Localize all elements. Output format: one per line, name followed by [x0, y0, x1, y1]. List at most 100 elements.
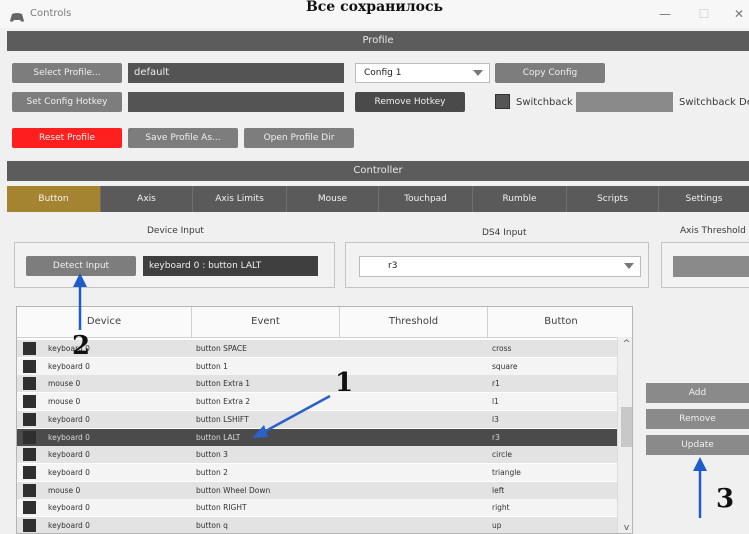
- controller-header: Controller: [7, 161, 749, 181]
- cell-device: mouse 0: [48, 485, 81, 495]
- table-row[interactable]: keyboard 0 button 2 triangle: [17, 463, 617, 481]
- maximize-button[interactable]: ☐: [694, 6, 714, 22]
- close-button[interactable]: ✕: [729, 6, 749, 22]
- tab-axis[interactable]: Axis: [101, 186, 193, 212]
- table-row[interactable]: keyboard 0 button q up: [17, 517, 617, 533]
- cell-button: circle: [492, 450, 512, 460]
- select-profile-button[interactable]: Select Profile...: [12, 63, 122, 83]
- table-row[interactable]: keyboard 0 button LSHIFT l3: [17, 410, 617, 428]
- cell-event: button Extra 2: [196, 397, 251, 407]
- cell-event: button SPACE: [196, 344, 247, 353]
- tab-settings[interactable]: Settings: [659, 186, 749, 212]
- row-marker: [23, 483, 36, 497]
- table-header: Device Event Threshold Button: [17, 307, 632, 338]
- cell-device: keyboard 0: [48, 503, 90, 513]
- cell-button: triangle: [492, 467, 521, 477]
- tab-axis-limits[interactable]: Axis Limits: [193, 186, 287, 212]
- table-scrollbar[interactable]: ^ v: [617, 337, 632, 533]
- cell-event: button Wheel Down: [196, 485, 271, 495]
- scrollbar-thumb[interactable]: [621, 407, 632, 447]
- annotation-number-1: 1: [335, 368, 354, 398]
- table-row[interactable]: mouse 0 button Extra 1 r1: [17, 375, 617, 393]
- cell-device: keyboard 0: [48, 521, 90, 530]
- table-row[interactable]: mouse 0 button Wheel Down left: [17, 481, 617, 499]
- row-marker: [23, 465, 36, 479]
- tab-scripts[interactable]: Scripts: [567, 186, 659, 212]
- cell-button: l1: [492, 397, 499, 407]
- remove-hotkey-button[interactable]: Remove Hotkey: [355, 92, 465, 112]
- cell-button: l3: [492, 414, 499, 424]
- add-button[interactable]: Add: [646, 383, 749, 403]
- update-button[interactable]: Update: [646, 435, 749, 455]
- mapping-table: Device Event Threshold Button keyboard 0…: [16, 306, 633, 534]
- annotation-number-2: 2: [72, 331, 91, 361]
- tab-touchpad[interactable]: Touchpad: [379, 186, 473, 212]
- copy-config-button[interactable]: Copy Config: [495, 63, 605, 83]
- tab-button[interactable]: Button: [7, 186, 101, 212]
- cell-device: keyboard 0: [48, 414, 90, 424]
- detect-input-button[interactable]: Detect Input: [26, 256, 136, 276]
- profile-name-field[interactable]: default: [128, 63, 344, 83]
- chevron-down-icon: [624, 263, 634, 269]
- column-button[interactable]: Button: [488, 307, 632, 337]
- save-profile-as-button[interactable]: Save Profile As...: [128, 128, 238, 148]
- cell-device: keyboard 0: [48, 450, 90, 460]
- hotkey-field[interactable]: [128, 92, 344, 112]
- chevron-up-icon[interactable]: ^: [618, 339, 632, 349]
- ds4-input-select[interactable]: r3: [359, 256, 641, 277]
- ds4-input-value: r3: [388, 261, 398, 271]
- cell-button: up: [492, 521, 502, 530]
- axis-threshold-field[interactable]: [673, 256, 749, 277]
- column-threshold[interactable]: Threshold: [340, 307, 488, 337]
- table-row[interactable]: keyboard 0 button SPACE cross: [17, 340, 617, 357]
- annotation-number-3: 3: [716, 484, 735, 514]
- cell-event: button q: [196, 521, 228, 530]
- chevron-down-icon: [473, 70, 483, 76]
- reset-profile-button[interactable]: Reset Profile: [12, 128, 122, 148]
- row-marker: [23, 430, 36, 444]
- chevron-down-icon[interactable]: v: [618, 523, 632, 533]
- cell-button: r1: [492, 379, 500, 389]
- row-marker: [23, 412, 36, 426]
- device-input-title: Device Input: [147, 226, 204, 236]
- minimize-button[interactable]: —: [655, 6, 675, 22]
- switchback-delay-label: Switchback De: [679, 97, 749, 108]
- open-profile-dir-button[interactable]: Open Profile Dir: [244, 128, 354, 148]
- row-marker: [23, 377, 36, 391]
- table-row[interactable]: keyboard 0 button RIGHT right: [17, 499, 617, 517]
- cell-button: cross: [492, 344, 512, 353]
- cell-button: r3: [492, 432, 500, 442]
- tab-rumble[interactable]: Rumble: [473, 186, 567, 212]
- cell-button: left: [492, 485, 505, 495]
- table-row[interactable]: mouse 0 button Extra 2 l1: [17, 393, 617, 411]
- controller-tabs: Button Axis Axis Limits Mouse Touchpad R…: [7, 186, 749, 212]
- cell-device: mouse 0: [48, 379, 81, 389]
- remove-button[interactable]: Remove: [646, 409, 749, 429]
- profile-header: Profile: [7, 31, 749, 51]
- row-marker: [23, 342, 36, 355]
- cell-device: mouse 0: [48, 397, 81, 407]
- cell-event: button LSHIFT: [196, 414, 249, 424]
- caption-text: Все сохранилось: [305, 0, 444, 15]
- cell-device: keyboard 0: [48, 467, 90, 477]
- cell-event: button 2: [196, 467, 228, 477]
- row-marker: [23, 395, 36, 409]
- row-marker: [23, 359, 36, 373]
- column-event[interactable]: Event: [192, 307, 340, 337]
- switchback-checkbox[interactable]: [495, 94, 510, 109]
- tab-mouse[interactable]: Mouse: [287, 186, 379, 212]
- config-select[interactable]: Config 1: [355, 63, 490, 83]
- detected-input-field: keyboard 0 : button LALT: [143, 256, 318, 276]
- table-row[interactable]: keyboard 0 button 3 circle: [17, 446, 617, 464]
- table-row[interactable]: keyboard 0 button 1 square: [17, 357, 617, 375]
- row-marker: [23, 519, 36, 532]
- row-marker: [23, 501, 36, 515]
- column-device[interactable]: Device: [17, 307, 192, 337]
- set-config-hotkey-button[interactable]: Set Config Hotkey: [12, 92, 122, 112]
- switchback-delay-field[interactable]: [576, 92, 673, 112]
- config-value: Config 1: [364, 68, 402, 78]
- axis-threshold-title: Axis Threshold: [680, 226, 746, 236]
- cell-event: button LALT: [196, 432, 241, 442]
- table-row[interactable]: keyboard 0 button LALT r3: [17, 428, 617, 446]
- cell-event: button Extra 1: [196, 379, 251, 389]
